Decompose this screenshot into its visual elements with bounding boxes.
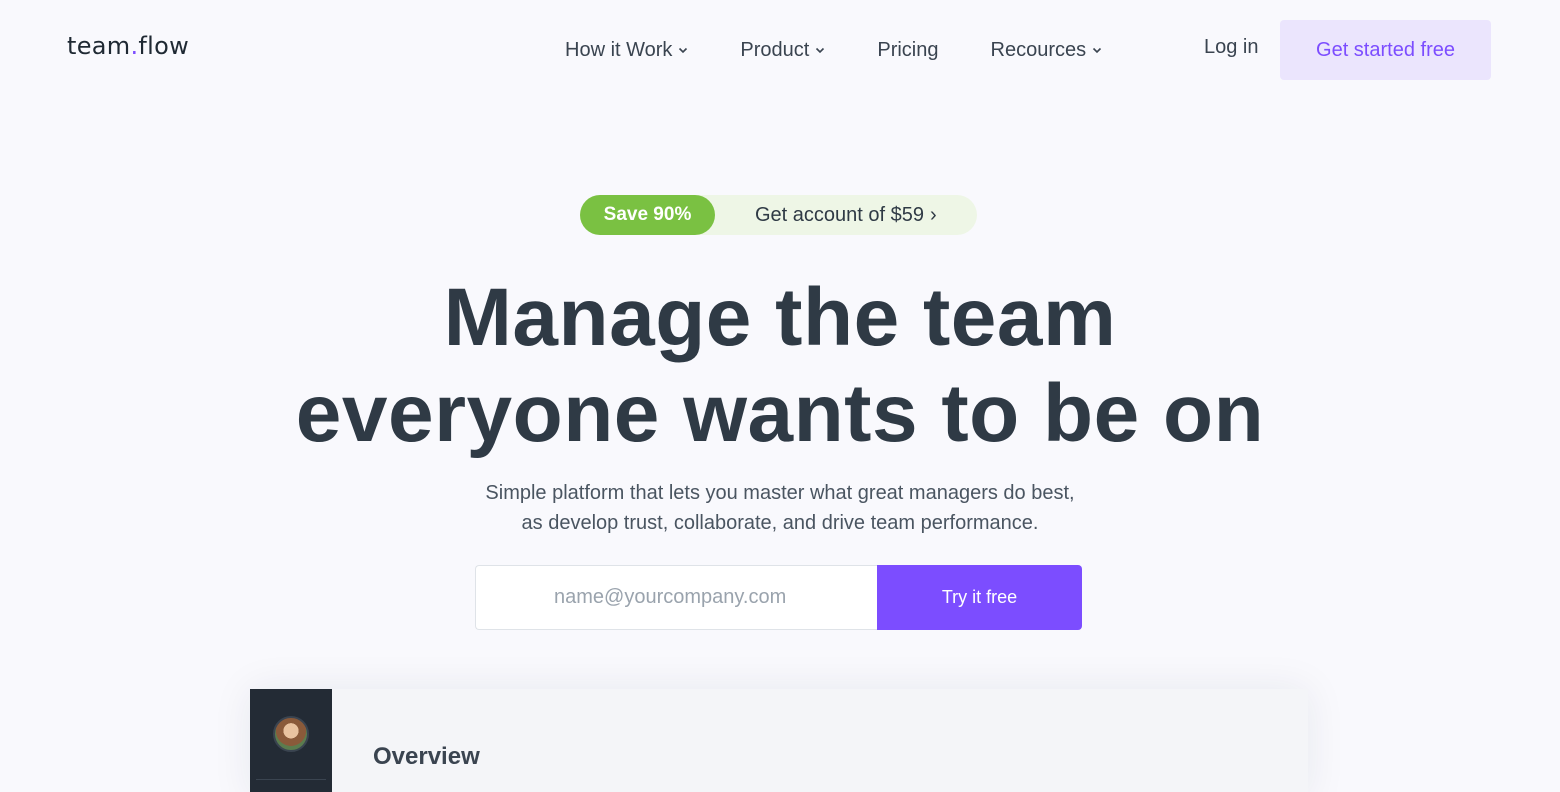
hero-title-line1: Manage the team [443,272,1117,363]
app-preview: Overview [250,689,1308,792]
promo-pill[interactable]: Save 90% Get account of $59 › [580,195,977,235]
chevron-down-icon [816,47,825,54]
hero-subtitle-line1: Simple platform that lets you master wha… [485,482,1075,504]
sidebar-divider [256,779,326,780]
promo-badge: Save 90% [580,195,715,235]
nav-item-resources[interactable]: Recources [991,39,1103,62]
try-free-button[interactable]: Try it free [877,565,1082,630]
email-field[interactable] [475,565,877,630]
chevron-right-icon: › [930,203,937,226]
get-started-button[interactable]: Get started free [1280,20,1491,80]
nav-item-label: Pricing [877,38,939,61]
chevron-down-icon [679,47,688,54]
nav-item-label: How it Work [565,38,673,61]
preview-sidebar [250,689,332,792]
promo-text-label: Get account of $59 [755,203,925,226]
overview-heading: Overview [373,743,480,770]
avatar[interactable] [273,716,309,752]
nav-item-pricing[interactable]: Pricing [877,39,938,62]
nav-item-label: Recources [990,38,1087,61]
promo-text: Get account of $59 › [755,204,937,227]
nav-item-label: Product [740,38,810,61]
hero-subtitle-line2: as develop trust, collaborate, and drive… [521,512,1039,534]
nav-item-product[interactable]: Product [740,39,825,62]
signup-form: Try it free [475,565,1082,630]
landing-page: team.flow How it Work Product Pricing Re… [0,0,1560,792]
hero-subtitle: Simple platform that lets you master wha… [0,478,1560,538]
login-link[interactable]: Log in [1204,36,1259,59]
hero-title-line2: everyone wants to be on [295,368,1265,459]
logo[interactable]: team.flow [67,32,189,60]
nav-item-how-it-work[interactable]: How it Work [565,39,688,62]
main-nav: How it Work Product Pricing Recources [565,36,1102,64]
chevron-down-icon [1093,47,1102,54]
hero-title: Manage the team everyone wants to be on [0,270,1560,462]
logo-text-team: team [67,32,131,60]
logo-text-flow: flow [138,32,190,60]
